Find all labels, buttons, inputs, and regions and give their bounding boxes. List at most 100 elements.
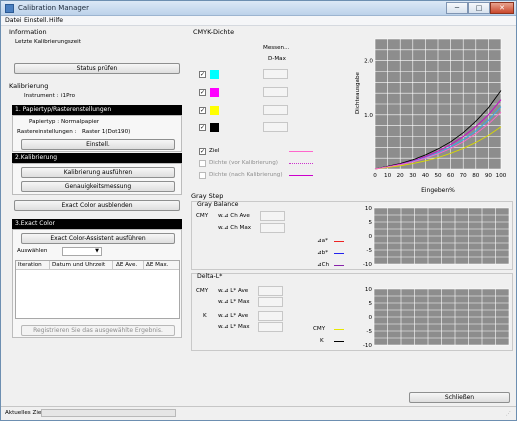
density-before-checkbox[interactable]	[199, 160, 206, 167]
gray-balance-y-tick-label: 5	[368, 220, 372, 226]
gray-balance-chart: 10 5 0 -5 -10	[363, 206, 510, 268]
exact-color-box: Exact Color-Assistent ausführen Auswähle…	[12, 229, 182, 338]
black-swatch	[210, 123, 219, 132]
status-bar: Aktuelles Ziel ⋰	[1, 406, 516, 420]
delta-l-k-label: K	[203, 313, 207, 319]
yellow-checkbox[interactable]: ✓	[199, 107, 206, 114]
density-x-tick-label: 60	[447, 173, 455, 179]
column-divider	[143, 261, 144, 270]
delta-l-chart: 10 5 0 -5 -10	[363, 287, 510, 349]
column-de-max[interactable]: ΔE Max.	[146, 262, 168, 268]
results-table-header: Iteration Datum und Uhrzeit ΔE Ave. ΔE M…	[16, 261, 179, 270]
close-window-button[interactable]: ✕	[490, 2, 514, 14]
menu-hilfe[interactable]: Hilfe	[49, 17, 63, 24]
density-x-tick-label: 70	[460, 173, 468, 179]
calibration-box: Kalibrierung ausführen Genauigkeitsmessu…	[12, 163, 182, 195]
delta-l-y-tick-label: 0	[368, 315, 372, 321]
delta-ch-label: ⊿Ch	[317, 262, 330, 268]
status-progress-bar	[41, 409, 176, 417]
ch-max-field[interactable]	[260, 223, 285, 233]
target-checkbox[interactable]: ✓	[199, 148, 206, 155]
results-table[interactable]: Iteration Datum und Uhrzeit ΔE Ave. ΔE M…	[15, 260, 180, 319]
density-x-tick-label: 100	[496, 173, 507, 179]
density-y-tick-label: 1.0	[364, 113, 373, 119]
density-x-tick-label: 40	[422, 173, 430, 179]
gray-balance-y-tick-label: 10	[365, 206, 373, 212]
ch-ave-field[interactable]	[260, 211, 285, 221]
raster-label: Rastereinstellungen :	[17, 129, 77, 135]
k-l-max-field[interactable]	[258, 322, 283, 332]
density-x-tick-label: 50	[434, 173, 442, 179]
ch-max-label: w.⊿ Ch Max	[218, 225, 252, 231]
yellow-dmax-field[interactable]	[263, 105, 288, 115]
column-iteration[interactable]: Iteration	[18, 262, 42, 268]
resize-grip-icon[interactable]: ⋰	[506, 411, 511, 417]
column-date-time[interactable]: Datum und Uhrzeit	[52, 262, 105, 268]
cmyk-heading: CMYK-Dichte	[193, 28, 235, 36]
menu-einstell[interactable]: Einstell.	[24, 17, 48, 24]
register-result-button[interactable]: Registrieren Sie das ausgewählte Ergebni…	[21, 325, 175, 336]
status-check-button[interactable]: Status prüfen	[14, 63, 180, 74]
k-l-max-label: w.⊿ L* Max	[218, 324, 250, 330]
delta-l-legend-cmy-label: CMY	[313, 326, 326, 332]
raster-value: Raster 1(Dot190)	[82, 129, 131, 135]
gray-balance-grid: 10 5 0 -5 -10	[363, 206, 510, 268]
gray-balance-y-tick-label: -10	[363, 262, 373, 268]
measured-label: Messen...	[263, 45, 290, 51]
left-panel: Information Letzte Kalibrierungszeit Sta…	[4, 27, 185, 402]
delta-a-line-sample	[334, 241, 344, 242]
gray-balance-cmy-label: CMY	[196, 213, 209, 219]
column-de-ave[interactable]: ΔE Ave.	[116, 262, 137, 268]
delta-l-y-tick-label: -10	[363, 343, 373, 349]
gray-step-heading: Gray Step	[191, 192, 224, 200]
exact-color-assistant-button[interactable]: Exact Color-Assistent ausführen	[21, 233, 175, 244]
section-exact-color-header: 3.Exact Color	[12, 219, 182, 229]
ch-ave-label: w.⊿ Ch Ave	[218, 213, 250, 219]
schliessen-button[interactable]: Schließen	[409, 392, 510, 403]
delta-a-label: ⊿a*	[317, 238, 328, 244]
app-icon	[5, 4, 14, 13]
gray-balance-y-tick-label: -5	[366, 248, 372, 254]
density-after-checkbox[interactable]	[199, 172, 206, 179]
k-l-ave-field[interactable]	[258, 311, 283, 321]
cyan-dmax-field[interactable]	[263, 69, 288, 79]
maximize-button[interactable]: □	[468, 2, 490, 14]
status-label: Aktuelles Ziel	[5, 410, 43, 416]
cmy-l-ave-field[interactable]	[258, 286, 283, 296]
delta-l-heading: Delta-L*	[197, 273, 223, 280]
delta-ch-line-sample	[334, 265, 344, 266]
cyan-swatch	[210, 70, 219, 79]
column-divider	[49, 261, 50, 270]
cyan-checkbox[interactable]: ✓	[199, 71, 206, 78]
delta-l-legend-k-label: K	[320, 338, 324, 344]
cmy-l-max-label: w.⊿ L* Max	[218, 299, 250, 305]
menu-datei[interactable]: Datei	[5, 17, 22, 24]
paper-type-label: Papiertyp :	[29, 119, 60, 125]
delta-b-line-sample	[334, 253, 344, 254]
hide-exact-color-button[interactable]: Exact Color ausblenden	[14, 200, 180, 211]
result-select-dropdown[interactable]: ▼	[62, 247, 102, 256]
title-bar: Calibration Manager ─ □ ✕	[1, 1, 516, 16]
magenta-dmax-field[interactable]	[263, 87, 288, 97]
delta-l-box: Delta-L* CMY w.⊿ L* Ave w.⊿ L* Max K w.⊿…	[191, 273, 513, 351]
delta-l-y-tick-label: 10	[365, 287, 373, 293]
section-calibration-header: 2.Kalibrierung	[12, 153, 182, 163]
delta-l-y-tick-label: -5	[366, 329, 372, 335]
black-dmax-field[interactable]	[263, 122, 288, 132]
paper-type-value: Normalpapier	[61, 119, 100, 125]
k-line-sample	[334, 341, 344, 342]
instrument-value: i1Pro	[61, 93, 75, 99]
density-before-line-sample	[289, 163, 313, 164]
cmy-l-ave-label: w.⊿ L* Ave	[218, 288, 249, 294]
settings-button[interactable]: Einstell.	[21, 139, 175, 150]
accuracy-measurement-button[interactable]: Genauigkeitsmessung	[21, 181, 175, 192]
instrument-label: Instrument :	[24, 93, 59, 99]
run-calibration-button[interactable]: Kalibrierung ausführen	[21, 167, 175, 178]
black-checkbox[interactable]: ✓	[199, 124, 206, 131]
cmy-l-max-field[interactable]	[258, 297, 283, 307]
delta-b-label: ⊿b*	[317, 250, 329, 256]
select-label: Auswählen	[17, 248, 48, 254]
delta-l-grid: 10 5 0 -5 -10	[363, 287, 510, 349]
magenta-checkbox[interactable]: ✓	[199, 89, 206, 96]
minimize-button[interactable]: ─	[446, 2, 468, 14]
